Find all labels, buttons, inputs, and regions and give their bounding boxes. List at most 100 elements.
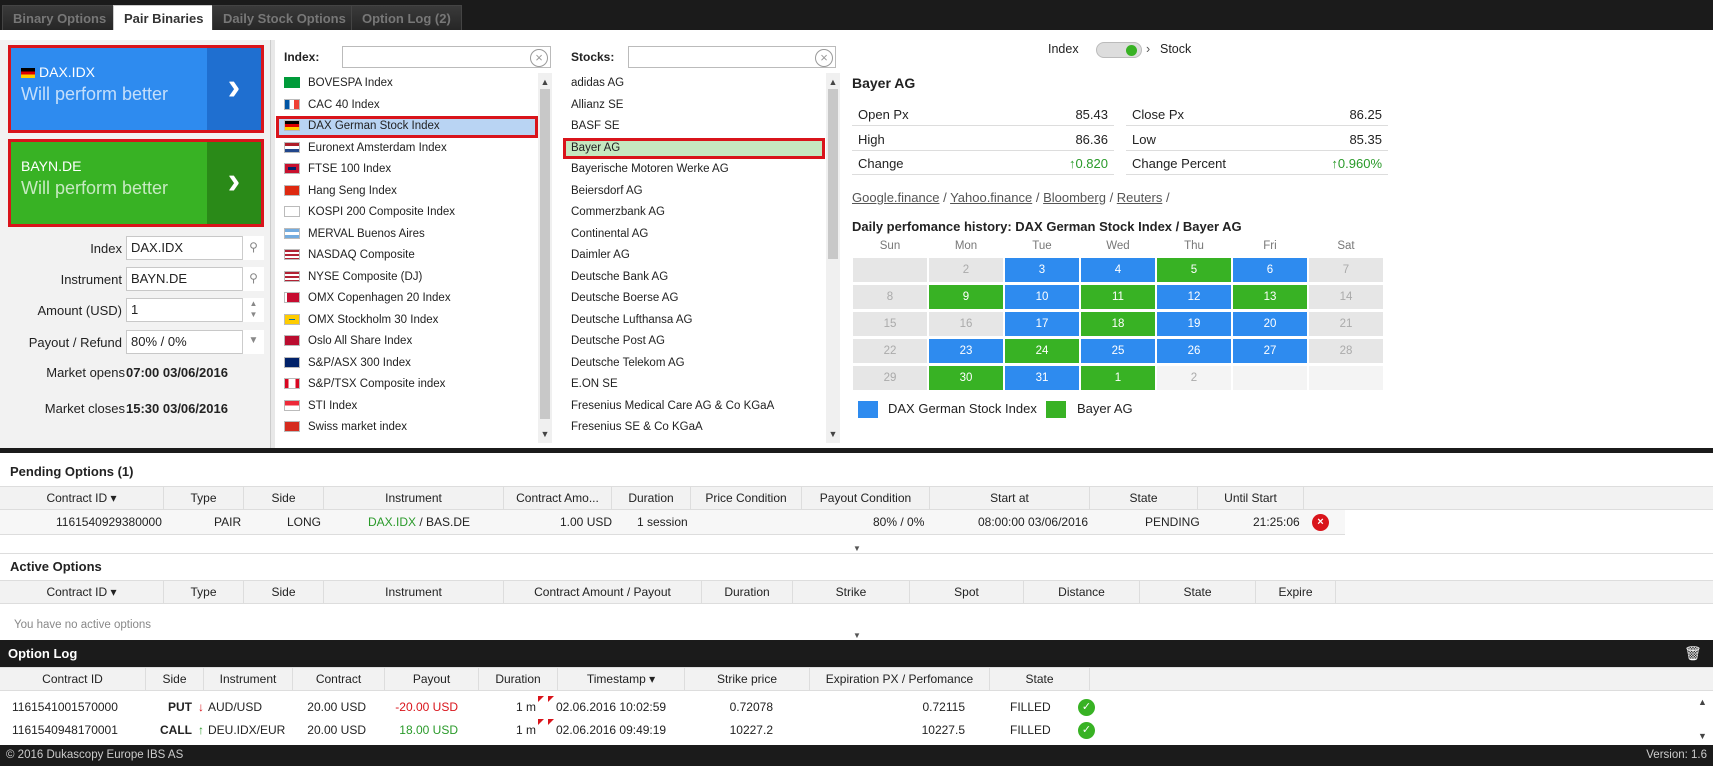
column-header[interactable]: Duration (479, 668, 558, 690)
stock-list-item[interactable]: Deutsche Bank AG (563, 267, 825, 289)
index-list-item[interactable]: NYSE Composite (DJ) (276, 267, 538, 289)
log-row[interactable]: 1161540948170001 CALL ↑ DEU.IDX/EUR 20.00 US… (0, 719, 1095, 741)
column-header[interactable]: Distance (1024, 581, 1140, 603)
index-list-item[interactable]: OMX Copenhagen 20 Index (276, 288, 538, 310)
index-search-input[interactable]: × (342, 46, 551, 68)
index-list-item[interactable]: S&P/TSX Composite index (276, 374, 538, 396)
column-header[interactable]: Instrument (324, 581, 504, 603)
instrument-card-2[interactable]: BAYN.DE Will perform better › (8, 139, 264, 227)
index-list-item[interactable]: Euronext Amsterdam Index (276, 138, 538, 160)
column-header[interactable]: State (1090, 487, 1198, 509)
column-header[interactable]: Start at (930, 487, 1090, 509)
column-header[interactable]: Duration (702, 581, 793, 603)
chevron-down-icon[interactable]: ▼ (242, 330, 264, 354)
stock-list-item[interactable]: Deutsche Telekom AG (563, 353, 825, 375)
tab-option-log[interactable]: Option Log (2) (351, 5, 462, 30)
column-header[interactable]: Duration (612, 487, 691, 509)
scroll-down-icon[interactable]: ▼ (538, 427, 552, 441)
stocks-search-input[interactable]: × (628, 46, 836, 68)
column-header[interactable]: Instrument (204, 668, 293, 690)
scroll-down-icon[interactable]: ▼ (1698, 731, 1707, 741)
column-header[interactable]: Contract (293, 668, 385, 690)
column-header[interactable]: Instrument (324, 487, 504, 509)
scroll-up-icon[interactable]: ▲ (1698, 697, 1707, 707)
reuters-link[interactable]: Reuters (1117, 190, 1163, 205)
column-header[interactable]: Price Condition (691, 487, 802, 509)
column-header[interactable]: Spot (910, 581, 1024, 603)
column-header[interactable]: Expire (1256, 581, 1336, 603)
log-scrollbar[interactable]: ▲ ▼ (1696, 695, 1710, 743)
yahoo-finance-link[interactable]: Yahoo.finance (950, 190, 1032, 205)
google-finance-link[interactable]: Google.finance (852, 190, 939, 205)
scroll-up-icon[interactable]: ▲ (538, 75, 552, 89)
search-icon[interactable]: ⚲ (242, 267, 264, 291)
column-header[interactable]: Expiration PX / Perfomance (810, 668, 990, 690)
column-header[interactable]: Strike (793, 581, 910, 603)
column-header[interactable]: Side (146, 668, 204, 690)
index-scrollbar[interactable]: ▲ ▼ (538, 73, 552, 443)
scroll-down-icon[interactable]: ▼ (826, 427, 840, 441)
stock-list-item[interactable]: Fresenius Medical Care AG & Co KGaA (563, 396, 825, 418)
stock-list-item[interactable]: Deutsche Lufthansa AG (563, 310, 825, 332)
clear-icon[interactable]: × (815, 49, 833, 67)
index-list-item[interactable]: DAX German Stock Index (276, 116, 538, 138)
chevron-right-icon[interactable]: › (207, 142, 261, 224)
column-header[interactable]: Contract ID (0, 668, 146, 690)
pending-row[interactable]: 1161540929380000 PAIR LONG DAX.IDX / BAS… (0, 510, 1345, 535)
index-list-item[interactable]: Oslo All Share Index (276, 331, 538, 353)
stock-list-item[interactable]: Allianz SE (563, 95, 825, 117)
column-header[interactable]: Strike price (685, 668, 810, 690)
index-stock-toggle[interactable] (1096, 42, 1142, 58)
log-row[interactable]: 1161541001570000 PUT ↓ AUD/USD 20.00 USD -20.… (0, 696, 1095, 718)
clear-icon[interactable]: × (530, 49, 548, 67)
collapse-icon[interactable]: ▼ (847, 545, 867, 553)
stock-list-item[interactable]: Deutsche Boerse AG (563, 288, 825, 310)
index-list-item[interactable]: Swiss market index (276, 417, 538, 439)
spinner-icon[interactable]: ▲ ▼ (242, 298, 264, 322)
stock-list-item[interactable]: Fresenius SE & Co KGaA (563, 417, 825, 439)
index-list-item[interactable]: OMX Stockholm 30 Index (276, 310, 538, 332)
panel-splitter[interactable] (270, 40, 275, 448)
stock-list-item[interactable]: adidas AG (563, 73, 825, 95)
pending-instrument-1[interactable]: DAX.IDX (368, 515, 416, 529)
stock-list-item[interactable]: Commerzbank AG (563, 202, 825, 224)
index-list-item[interactable]: STI Index (276, 396, 538, 418)
search-icon[interactable]: ⚲ (242, 236, 264, 260)
stocks-scrollbar[interactable]: ▲ ▼ (826, 73, 840, 443)
index-list-item[interactable]: S&P/ASX 300 Index (276, 353, 538, 375)
column-header[interactable]: Side (244, 581, 324, 603)
column-header[interactable]: Contract ID ▾ (0, 581, 164, 603)
index-list-item[interactable]: NASDAQ Composite (276, 245, 538, 267)
column-header[interactable]: Type (164, 581, 244, 603)
column-header[interactable]: Contract Amount / Payout (504, 581, 702, 603)
chevron-right-icon[interactable]: › (207, 48, 261, 130)
tab-daily-stock-options[interactable]: Daily Stock Options (212, 5, 357, 30)
index-list-item[interactable]: BOVESPA Index (276, 73, 538, 95)
column-header[interactable]: State (1140, 581, 1256, 603)
stock-list-item[interactable]: Bayerische Motoren Werke AG (563, 159, 825, 181)
stock-list-item[interactable]: Bayer AG (563, 137, 825, 159)
stock-list-item[interactable]: Deutsche Post AG (563, 331, 825, 353)
index-list-item[interactable]: MERVAL Buenos Aires (276, 224, 538, 246)
column-header[interactable]: Timestamp ▾ (558, 668, 685, 690)
bloomberg-link[interactable]: Bloomberg (1043, 190, 1106, 205)
trash-icon[interactable]: 🗑 (1684, 645, 1702, 662)
stock-list-item[interactable]: BASF SE (563, 116, 825, 138)
stock-list-item[interactable]: Daimler AG (563, 245, 825, 267)
column-header[interactable]: Side (244, 487, 324, 509)
stock-list-item[interactable]: E.ON SE (563, 374, 825, 396)
column-header[interactable]: Until Start (1198, 487, 1304, 509)
column-header[interactable]: State (990, 668, 1090, 690)
index-list-item[interactable]: Hang Seng Index (276, 181, 538, 203)
index-list-item[interactable]: CAC 40 Index (276, 95, 538, 117)
collapse-icon[interactable]: ▼ (847, 632, 867, 640)
tab-binary-options[interactable]: Binary Options (2, 5, 118, 30)
column-header[interactable]: Contract ID ▾ (0, 487, 164, 509)
tab-pair-binaries[interactable]: Pair Binaries (113, 5, 215, 30)
column-header[interactable]: Type (164, 487, 244, 509)
scroll-up-icon[interactable]: ▲ (826, 75, 840, 89)
stock-list-item[interactable]: Beiersdorf AG (563, 181, 825, 203)
index-list-item[interactable]: KOSPI 200 Composite Index (276, 202, 538, 224)
cancel-icon[interactable]: × (1312, 514, 1329, 531)
column-header[interactable]: Payout Condition (802, 487, 930, 509)
